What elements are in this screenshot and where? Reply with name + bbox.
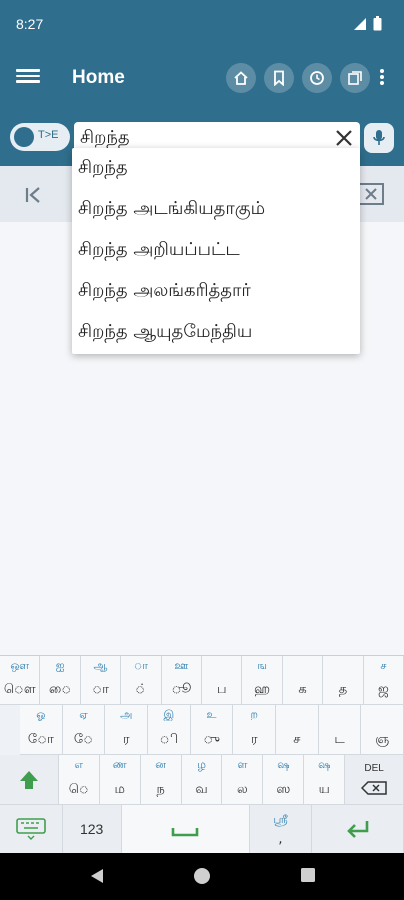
- home-nav-icon[interactable]: [193, 867, 211, 885]
- keyboard-key[interactable]: ஊூ: [161, 656, 203, 705]
- mic-icon: [373, 130, 385, 145]
- delete-key[interactable]: DEL: [345, 755, 404, 805]
- overflow-menu-icon[interactable]: [376, 67, 388, 89]
- keyboard-key[interactable]: ணம: [99, 755, 141, 805]
- clear-text-icon[interactable]: [358, 183, 384, 205]
- translit-toggle[interactable]: T>E: [10, 123, 70, 151]
- keyboard-row-1: ஔௌ ஐை ஆா ா் ஊூ ப ஙஹ க த சஜ: [0, 656, 404, 705]
- keyboard-key[interactable]: ா்: [121, 656, 162, 705]
- space-icon: [171, 828, 199, 837]
- library-icon: [348, 71, 362, 85]
- bookmark-button[interactable]: [264, 63, 294, 93]
- home-icon: [234, 71, 248, 85]
- keyboard-key[interactable]: னந: [140, 755, 182, 805]
- suggestion-item[interactable]: சிறந்த ஆயுதமேந்திய: [72, 312, 360, 353]
- keyboard-key[interactable]: ஏே: [62, 705, 106, 755]
- keyboard-key[interactable]: க: [282, 656, 324, 705]
- keyboard-key[interactable]: ஓோ: [20, 705, 63, 755]
- menu-icon[interactable]: [16, 66, 40, 90]
- backspace-icon: [361, 781, 387, 795]
- mic-button[interactable]: [364, 123, 394, 153]
- keyboard-switch-key[interactable]: [0, 805, 63, 854]
- keyboard-key[interactable]: இி: [148, 705, 191, 755]
- history-button[interactable]: [302, 63, 332, 93]
- app-bar: Home: [0, 48, 404, 106]
- numbers-label: 123: [79, 821, 104, 837]
- keyboard-icon: [16, 818, 46, 840]
- keyboard-key[interactable]: சஜ: [363, 656, 404, 705]
- toggle-label: T>E: [38, 129, 59, 141]
- keyboard-key[interactable]: த: [323, 656, 364, 705]
- signal-icon: [354, 17, 366, 30]
- toggle-knob: [14, 127, 34, 147]
- battery-icon: [373, 16, 382, 31]
- keyboard-key[interactable]: ஆா: [80, 656, 122, 705]
- library-button[interactable]: [340, 63, 370, 93]
- suggestion-item[interactable]: சிறந்த அறியப்பட்ட: [72, 230, 360, 271]
- suggestion-item[interactable]: சிறந்த: [72, 148, 360, 189]
- comma-label: ,: [278, 832, 283, 847]
- shift-key[interactable]: [0, 755, 59, 805]
- keyboard-key[interactable]: அர: [105, 705, 149, 755]
- keyboard-key[interactable]: ட: [318, 705, 362, 755]
- recents-icon[interactable]: [300, 867, 316, 883]
- keyboard-key[interactable]: ச: [276, 705, 319, 755]
- enter-icon: [346, 821, 368, 838]
- keyboard-row-4: 123 ஸ்ரீ ,: [0, 805, 404, 854]
- status-bar: 8:27: [0, 0, 404, 48]
- numbers-key[interactable]: 123: [62, 805, 122, 854]
- shift-icon: [19, 770, 38, 789]
- tamil-keyboard: ஔௌ ஐை ஆா ா் ஊூ ப ஙஹ க த சஜ ஓோ ஏே அர இி உ…: [0, 655, 404, 854]
- keyboard-key[interactable]: எெ: [58, 755, 100, 805]
- first-page-icon[interactable]: [20, 182, 46, 208]
- delete-label: DEL: [364, 763, 384, 774]
- history-icon: [310, 71, 324, 85]
- keyboard-key[interactable]: உு: [190, 705, 234, 755]
- header-actions: [226, 63, 370, 93]
- status-time: 8:27: [16, 16, 44, 32]
- page-title: Home: [72, 67, 125, 88]
- keyboard-key[interactable]: ஔௌ: [0, 656, 41, 705]
- back-icon[interactable]: [89, 867, 105, 885]
- keyboard-key[interactable]: ஞ: [361, 705, 404, 755]
- keyboard-row-2: ஓோ ஏே அர இி உு றர ச ட ஞ: [0, 705, 404, 755]
- sri-label: ஸ்ரீ: [273, 813, 288, 826]
- keyboard-key[interactable]: ஷஸ: [263, 755, 305, 805]
- suggestion-item[interactable]: சிறந்த அடங்கியதாகும்: [72, 189, 360, 230]
- keyboard-row-3: எெ ணம னந ழவ ளல ஷஸ ஷய DEL: [0, 755, 404, 805]
- keyboard-key[interactable]: ழவ: [181, 755, 223, 805]
- home-button[interactable]: [226, 63, 256, 93]
- keyboard-key[interactable]: ப: [202, 656, 243, 705]
- bookmark-icon: [274, 70, 284, 86]
- suggestion-list: சிறந்த சிறந்த அடங்கியதாகும் சிறந்த அறியப…: [72, 148, 360, 354]
- keyboard-key[interactable]: ஷய: [304, 755, 346, 805]
- keyboard-key[interactable]: ஐை: [40, 656, 81, 705]
- suggestion-item[interactable]: சிறந்த அலங்கரித்தார்: [72, 271, 360, 312]
- enter-key[interactable]: [312, 805, 404, 854]
- system-icons: [353, 16, 382, 31]
- system-nav-bar: [0, 853, 404, 900]
- clear-icon[interactable]: [332, 126, 356, 150]
- sri-key[interactable]: ஸ்ரீ ,: [249, 805, 313, 854]
- keyboard-key[interactable]: றர: [233, 705, 277, 755]
- space-key[interactable]: [121, 805, 250, 854]
- keyboard-key[interactable]: ளல: [222, 755, 264, 805]
- keyboard-key[interactable]: ஙஹ: [242, 656, 283, 705]
